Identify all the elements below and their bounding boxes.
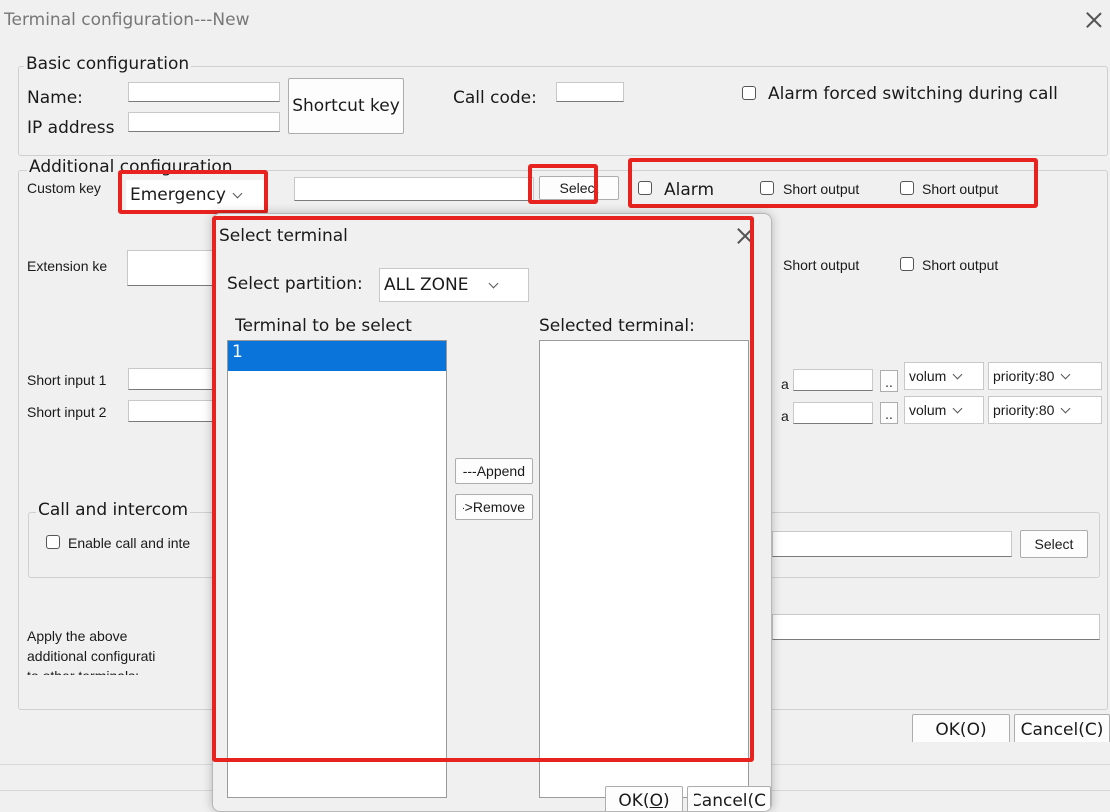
highlight-custom-key-combo — [118, 170, 268, 214]
ip-label: IP address — [27, 118, 115, 138]
alarm-switch-label: Alarm forced switching during call — [768, 84, 1058, 104]
apply-label-line2: additional configurati — [27, 648, 156, 664]
row2-input[interactable] — [793, 402, 873, 424]
volume-combo-2-value: volum — [909, 402, 947, 418]
dialog-ok-button[interactable]: OK(O) — [605, 786, 683, 811]
window-close-icon[interactable] — [1086, 12, 1102, 28]
chevron-down-icon — [1061, 403, 1071, 413]
ext-short-output-2-checkbox[interactable] — [900, 257, 914, 271]
custom-key-input[interactable] — [294, 177, 534, 201]
name-input[interactable] — [128, 82, 280, 102]
volume-combo-1[interactable]: volum — [904, 362, 984, 390]
short-input-1-label: Short input 1 — [27, 372, 107, 388]
call-code-input[interactable] — [556, 82, 624, 102]
chevron-down-icon — [952, 369, 963, 379]
dialog-cancel-label: Cancel(C — [694, 791, 766, 811]
highlight-output-options — [628, 158, 1038, 208]
apply-label-line3: to other terminals: — [27, 667, 212, 675]
short-input-2-field[interactable] — [128, 400, 218, 422]
chevron-down-icon — [952, 403, 963, 413]
call-select-button[interactable]: Select — [1020, 530, 1088, 558]
window-title: Terminal configuration---New — [4, 10, 250, 30]
call-code-label: Call code: — [453, 88, 537, 108]
dialog-ok-key: O — [649, 791, 663, 811]
name-label: Name: — [27, 88, 83, 108]
row1-input[interactable] — [793, 369, 873, 391]
ip-input[interactable] — [128, 112, 280, 132]
volume-combo-2[interactable]: volum — [904, 396, 984, 424]
short-input-2-label: Short input 2 — [27, 404, 107, 420]
extension-key-input[interactable] — [127, 250, 217, 286]
priority-combo-2-value: priority:80 — [993, 402, 1055, 418]
dialog-ok-suffix: ) — [662, 791, 670, 811]
highlight-select-button — [528, 164, 598, 204]
ext-short-output-1-label: Short output — [783, 257, 860, 273]
call-target-input[interactable] — [772, 531, 1012, 557]
priority-combo-1[interactable]: priority:80 — [988, 362, 1102, 390]
priority-combo-1-value: priority:80 — [993, 368, 1055, 384]
shortcut-key-button[interactable]: Shortcut key — [288, 78, 404, 134]
dialog-ok-prefix: OK( — [618, 791, 650, 811]
volume-combo-1-value: volum — [909, 368, 947, 384]
row2-browse-button[interactable]: .. — [880, 402, 898, 424]
basic-config-title: Basic configuration — [24, 54, 192, 74]
dialog-cancel-button[interactable]: Cancel(C — [687, 786, 771, 811]
row1-partial-label: a — [781, 376, 789, 392]
apply-label-line1: Apply the above — [27, 628, 128, 644]
ext-short-output-2-label: Short output — [922, 257, 999, 273]
row1-browse-button[interactable]: .. — [880, 370, 898, 392]
call-intercom-title: Call and intercom — [36, 500, 191, 520]
alarm-switch-checkbox[interactable] — [742, 86, 756, 100]
enable-call-checkbox[interactable] — [46, 535, 60, 549]
extension-key-label: Extension ke — [27, 258, 108, 274]
basic-config-group — [18, 66, 1108, 156]
enable-call-label: Enable call and inte — [68, 535, 191, 551]
short-input-1-field[interactable] — [128, 368, 218, 390]
custom-key-label: Custom key — [27, 180, 101, 196]
row2-partial-label: a — [781, 408, 789, 424]
priority-combo-2[interactable]: priority:80 — [988, 396, 1102, 424]
chevron-down-icon — [1061, 369, 1071, 379]
highlight-select-terminal-dialog — [212, 216, 754, 762]
apply-terminals-input[interactable] — [772, 614, 1100, 640]
